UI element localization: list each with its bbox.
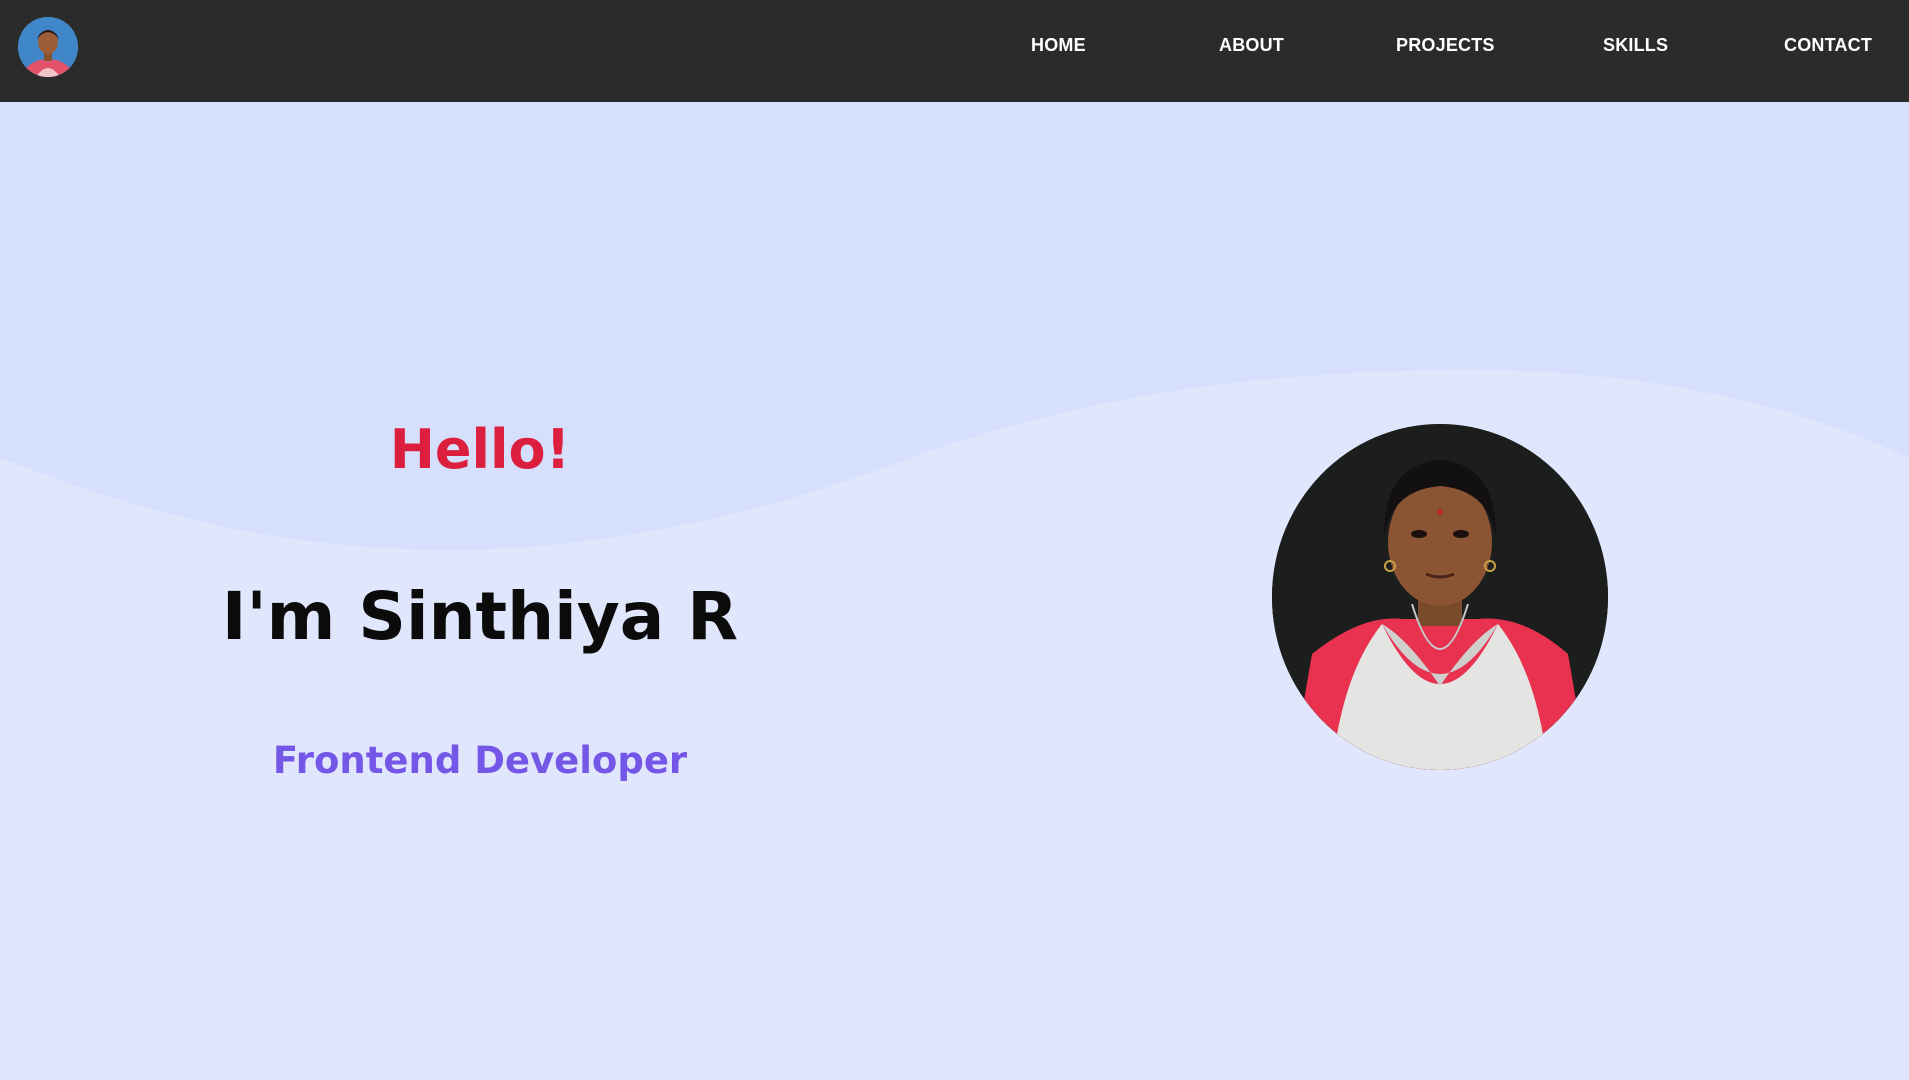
nav-link-home[interactable]: HOME — [1031, 35, 1086, 56]
profile-photo — [1272, 424, 1608, 770]
portfolio-page: HOME ABOUT PROJECTS SKILLS CONTACT Hello… — [0, 0, 1909, 1080]
portrait-illustration — [1272, 424, 1608, 770]
hero-name: I'm Sinthiya R — [221, 578, 739, 655]
nav-link-skills[interactable]: SKILLS — [1603, 35, 1668, 56]
nav-link-projects[interactable]: PROJECTS — [1396, 35, 1495, 56]
nav-link-contact[interactable]: CONTACT — [1784, 35, 1872, 56]
profile-avatar-icon[interactable] — [18, 17, 78, 77]
avatar-illustration — [18, 17, 78, 77]
nav-link-about[interactable]: ABOUT — [1219, 35, 1284, 56]
hero-greeting: Hello! — [389, 418, 571, 481]
top-navbar: HOME ABOUT PROJECTS SKILLS CONTACT — [0, 0, 1909, 102]
hero-role: Frontend Developer — [272, 739, 688, 782]
